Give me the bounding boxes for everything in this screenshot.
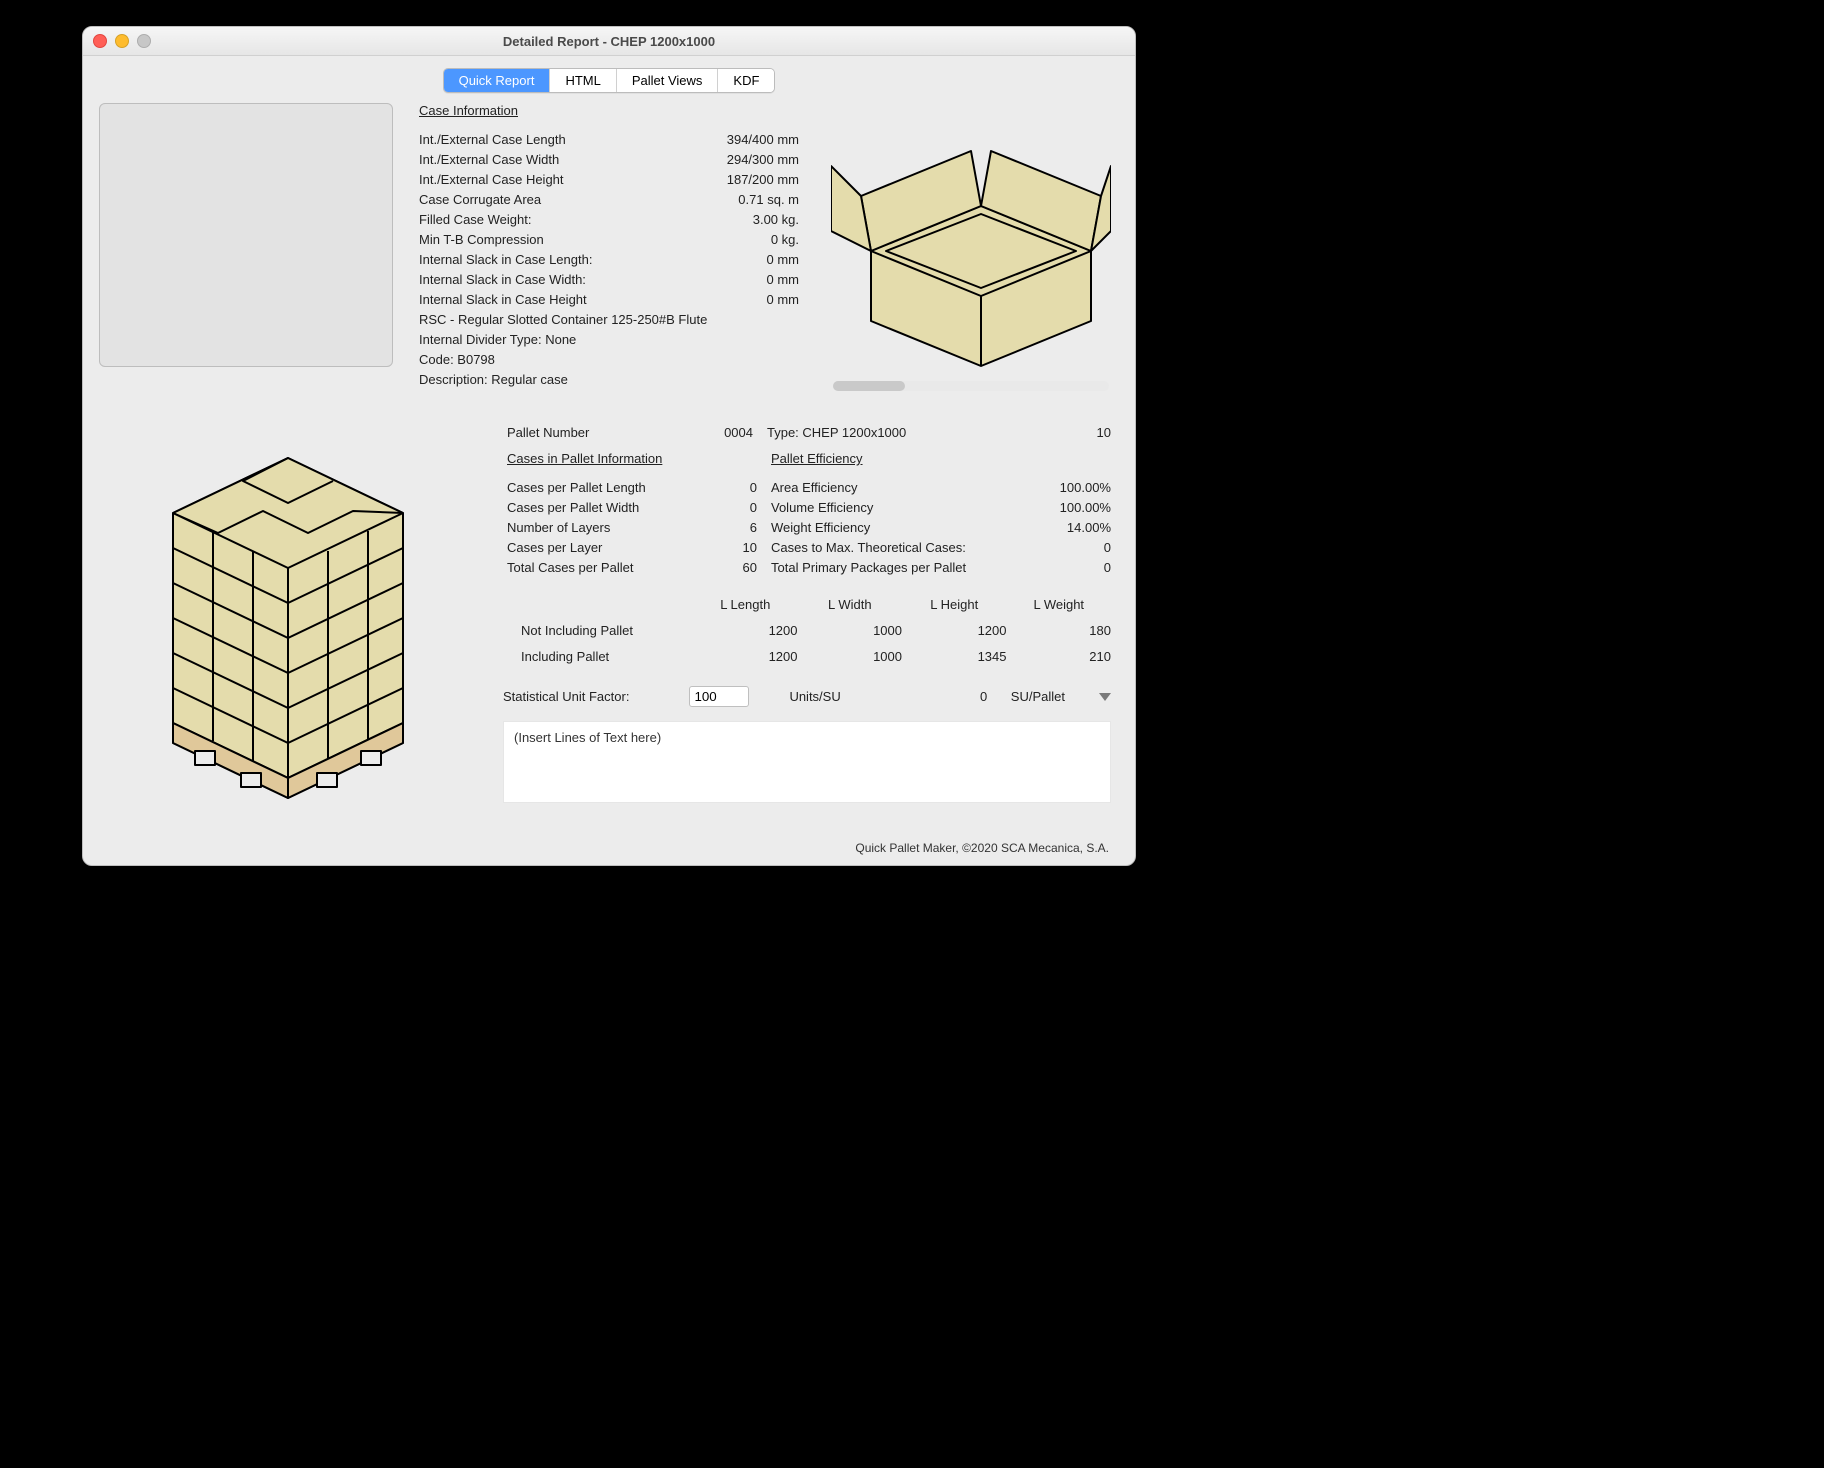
chevron-down-icon[interactable] bbox=[1099, 693, 1111, 701]
report-window: Detailed Report - CHEP 1200x1000 Quick R… bbox=[82, 26, 1136, 866]
col-weight: L Weight bbox=[1007, 592, 1112, 618]
cases-in-pallet-title: Cases in Pallet Information bbox=[503, 451, 757, 466]
value: 14.00% bbox=[1067, 518, 1111, 538]
pallet-number-label: Pallet Number bbox=[503, 423, 589, 443]
label: Weight Efficiency bbox=[771, 518, 870, 538]
pallet-type-value: 10 bbox=[1097, 423, 1111, 443]
titlebar: Detailed Report - CHEP 1200x1000 bbox=[83, 27, 1135, 56]
label: Case Corrugate Area bbox=[419, 190, 541, 210]
value: 0 mm bbox=[767, 270, 800, 290]
case-box-illustration bbox=[831, 111, 1111, 371]
value: 10 bbox=[743, 538, 757, 558]
tab-bar: Quick Report HTML Pallet Views KDF bbox=[83, 56, 1135, 104]
progress-fill bbox=[833, 381, 905, 391]
su-pallet-value: 0 bbox=[980, 689, 987, 704]
tab-kdf[interactable]: KDF bbox=[718, 69, 774, 92]
case-information: Case Information Int./External Case Leng… bbox=[419, 103, 799, 390]
cell: 210 bbox=[1007, 644, 1112, 670]
pallet-type-label: Type: CHEP 1200x1000 bbox=[767, 423, 906, 443]
col-length: L Length bbox=[693, 592, 798, 618]
case-rsc: RSC - Regular Slotted Container 125-250#… bbox=[419, 310, 799, 330]
label: Volume Efficiency bbox=[771, 498, 873, 518]
label: Int./External Case Width bbox=[419, 150, 559, 170]
value: 187/200 mm bbox=[727, 170, 799, 190]
value: 0 bbox=[1104, 538, 1111, 558]
cell: 1200 bbox=[693, 618, 798, 644]
label: Internal Slack in Case Height bbox=[419, 290, 587, 310]
case-desc: Description: Regular case bbox=[419, 370, 799, 390]
pallet-illustration bbox=[103, 403, 463, 813]
label: Min T-B Compression bbox=[419, 230, 544, 250]
label: Int./External Case Length bbox=[419, 130, 566, 150]
cell: 1200 bbox=[693, 644, 798, 670]
value: 0 bbox=[750, 498, 757, 518]
units-su-label: Units/SU bbox=[789, 689, 840, 704]
cell: 1000 bbox=[798, 644, 903, 670]
load-dimensions-table: L Length L Width L Height L Weight Not I… bbox=[503, 592, 1111, 670]
value: 0.71 sq. m bbox=[738, 190, 799, 210]
col-height: L Height bbox=[902, 592, 1007, 618]
pallet-efficiency-title: Pallet Efficiency bbox=[757, 451, 1111, 466]
label: Int./External Case Height bbox=[419, 170, 564, 190]
value: 3.00 kg. bbox=[753, 210, 799, 230]
cell: 1000 bbox=[798, 618, 903, 644]
value: 0 bbox=[1104, 558, 1111, 578]
label: Cases per Pallet Length bbox=[507, 478, 646, 498]
case-code: Code: B0798 bbox=[419, 350, 799, 370]
row-label: Not Including Pallet bbox=[503, 618, 693, 644]
stat-unit-input[interactable] bbox=[689, 686, 749, 707]
value: 100.00% bbox=[1060, 478, 1111, 498]
label: Number of Layers bbox=[507, 518, 610, 538]
value: 294/300 mm bbox=[727, 150, 799, 170]
value: 6 bbox=[750, 518, 757, 538]
notes-textarea[interactable]: (Insert Lines of Text here) bbox=[503, 721, 1111, 803]
cell: 1200 bbox=[902, 618, 1007, 644]
col-width: L Width bbox=[798, 592, 903, 618]
progress-bar bbox=[833, 381, 1109, 391]
label: Cases to Max. Theoretical Cases: bbox=[771, 538, 966, 558]
case-preview-placeholder bbox=[99, 103, 393, 367]
value: 60 bbox=[743, 558, 757, 578]
case-divider: Internal Divider Type: None bbox=[419, 330, 799, 350]
su-pallet-label: SU/Pallet bbox=[1011, 689, 1065, 704]
label: Internal Slack in Case Width: bbox=[419, 270, 586, 290]
tab-pallet-views[interactable]: Pallet Views bbox=[617, 69, 719, 92]
label: Total Primary Packages per Pallet bbox=[771, 558, 966, 578]
value: 0 mm bbox=[767, 250, 800, 270]
label: Area Efficiency bbox=[771, 478, 857, 498]
case-info-title: Case Information bbox=[419, 103, 799, 118]
footer-text: Quick Pallet Maker, ©2020 SCA Mecanica, … bbox=[855, 841, 1109, 855]
value: 0 kg. bbox=[771, 230, 799, 250]
label: Cases per Pallet Width bbox=[507, 498, 639, 518]
value: 394/400 mm bbox=[727, 130, 799, 150]
label: Cases per Layer bbox=[507, 538, 602, 558]
value: 100.00% bbox=[1060, 498, 1111, 518]
cell: 1345 bbox=[902, 644, 1007, 670]
label: Total Cases per Pallet bbox=[507, 558, 633, 578]
window-title: Detailed Report - CHEP 1200x1000 bbox=[83, 34, 1135, 49]
stat-unit-label: Statistical Unit Factor: bbox=[503, 689, 629, 704]
value: 0 mm bbox=[767, 290, 800, 310]
tab-quick-report[interactable]: Quick Report bbox=[444, 69, 551, 92]
label: Internal Slack in Case Length: bbox=[419, 250, 592, 270]
cell: 180 bbox=[1007, 618, 1112, 644]
tab-html[interactable]: HTML bbox=[550, 69, 616, 92]
label: Filled Case Weight: bbox=[419, 210, 531, 230]
pallet-number: 0004 bbox=[724, 423, 753, 443]
row-label: Including Pallet bbox=[503, 644, 693, 670]
value: 0 bbox=[750, 478, 757, 498]
